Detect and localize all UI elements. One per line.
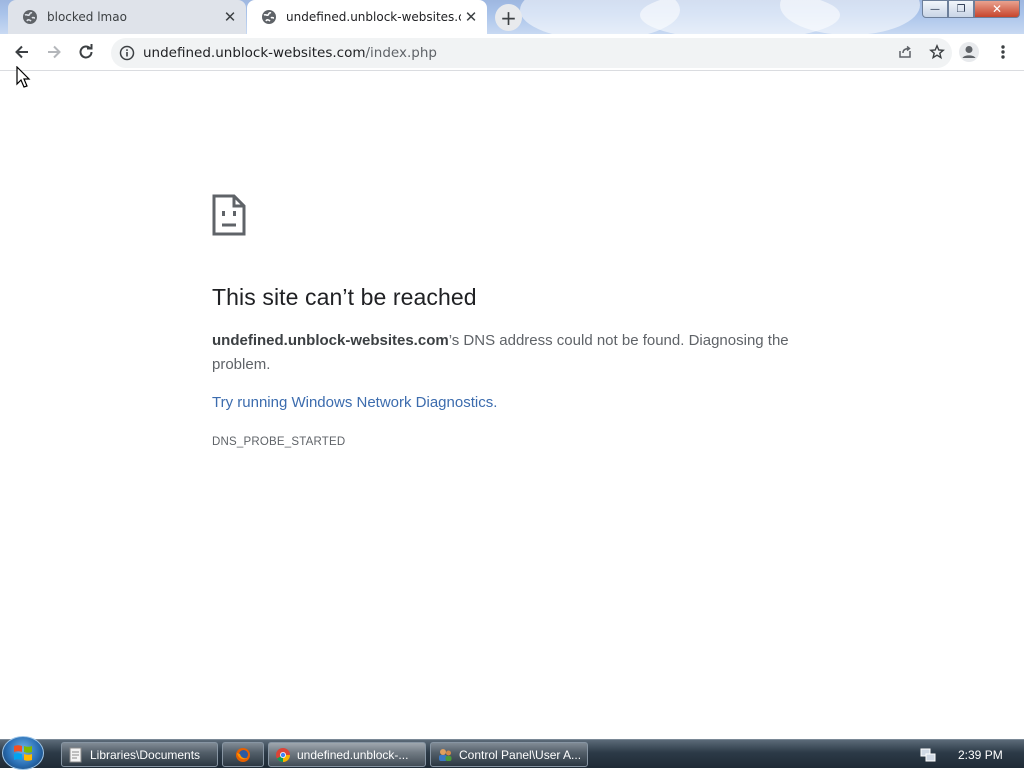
- info-icon[interactable]: [119, 45, 135, 61]
- network-icon[interactable]: [920, 747, 936, 763]
- tab-close-button[interactable]: ✕: [220, 7, 240, 27]
- menu-button[interactable]: [988, 37, 1018, 67]
- window-controls: — ❐ ✕: [922, 0, 1020, 18]
- tab-strip: blocked lmao ✕ undefined.unblock-website…: [0, 0, 1024, 34]
- share-icon: [899, 45, 911, 58]
- minimize-button[interactable]: —: [922, 0, 948, 18]
- chrome-icon: [276, 747, 290, 762]
- error-title: This site can’t be reached: [212, 284, 477, 310]
- tab-title: undefined.unblock-websites.com: [286, 10, 461, 24]
- tab-close-button[interactable]: ✕: [461, 7, 481, 27]
- tab-title: blocked lmao: [47, 10, 127, 24]
- mouse-cursor-icon: [16, 66, 31, 88]
- tab-blocked-lmao[interactable]: blocked lmao ✕: [8, 0, 246, 34]
- taskbar-item-libraries-documents[interactable]: Libraries\Documents: [61, 742, 218, 767]
- error-description: undefined.unblock-websites.com’s DNS add…: [212, 329, 802, 377]
- system-tray: 2:39 PM: [914, 740, 1024, 769]
- start-button[interactable]: [2, 736, 44, 770]
- taskbar-clock[interactable]: 2:39 PM: [958, 748, 1003, 762]
- page-content: This site can’t be reached undefined.unb…: [0, 72, 1024, 739]
- windows-logo-icon: [14, 745, 32, 761]
- url-path: /index.php: [365, 45, 437, 61]
- close-window-button[interactable]: ✕: [974, 0, 1020, 18]
- taskbar-item-chrome[interactable]: undefined.unblock-...: [268, 742, 426, 767]
- taskbar-item-firefox[interactable]: [222, 742, 264, 767]
- address-bar-actions: [896, 43, 946, 61]
- globe-icon: [262, 10, 276, 24]
- error-code: DNS_PROBE_STARTED: [212, 436, 346, 448]
- reload-button[interactable]: [71, 37, 101, 67]
- star-icon: [929, 44, 945, 60]
- network-diagnostics-link[interactable]: Try running Windows Network Diagnostics.: [212, 394, 497, 411]
- bookmark-button[interactable]: [928, 43, 946, 61]
- sad-page-icon: [212, 194, 246, 236]
- profile-icon: [959, 42, 979, 62]
- new-tab-button[interactable]: +: [495, 4, 522, 31]
- maximize-button[interactable]: ❐: [948, 0, 974, 18]
- control-panel-icon: [439, 748, 452, 761]
- tab-undefined-unblock-websites[interactable]: undefined.unblock-websites.com ✕: [247, 0, 487, 34]
- arrow-left-icon: [15, 45, 28, 59]
- taskbar-item-label: Libraries\Documents: [90, 747, 201, 762]
- kebab-menu-icon: [1001, 45, 1005, 59]
- taskbar-item-label: undefined.unblock-...: [297, 747, 409, 762]
- arrow-right-icon: [48, 45, 61, 59]
- url-host: undefined.unblock-websites.com: [143, 45, 366, 61]
- firefox-icon: [236, 747, 250, 762]
- url-text[interactable]: undefined.unblock-websites.com/index.php: [143, 45, 437, 61]
- address-bar[interactable]: undefined.unblock-websites.com/index.php: [111, 38, 952, 68]
- browser-toolbar: undefined.unblock-websites.com/index.php: [0, 34, 1024, 71]
- globe-icon: [23, 10, 37, 24]
- folder-icon: [69, 747, 82, 762]
- forward-button[interactable]: [39, 37, 69, 67]
- profile-button[interactable]: [954, 37, 984, 67]
- windows-taskbar: Libraries\Documents undefined.unblock-..…: [0, 736, 1024, 770]
- reload-icon: [79, 44, 93, 59]
- back-button[interactable]: [7, 37, 37, 67]
- taskbar-item-control-panel[interactable]: Control Panel\User A...: [430, 742, 588, 767]
- taskbar-item-label: Control Panel\User A...: [459, 747, 582, 762]
- share-button[interactable]: [896, 43, 914, 61]
- error-host: undefined.unblock-websites.com: [212, 332, 449, 349]
